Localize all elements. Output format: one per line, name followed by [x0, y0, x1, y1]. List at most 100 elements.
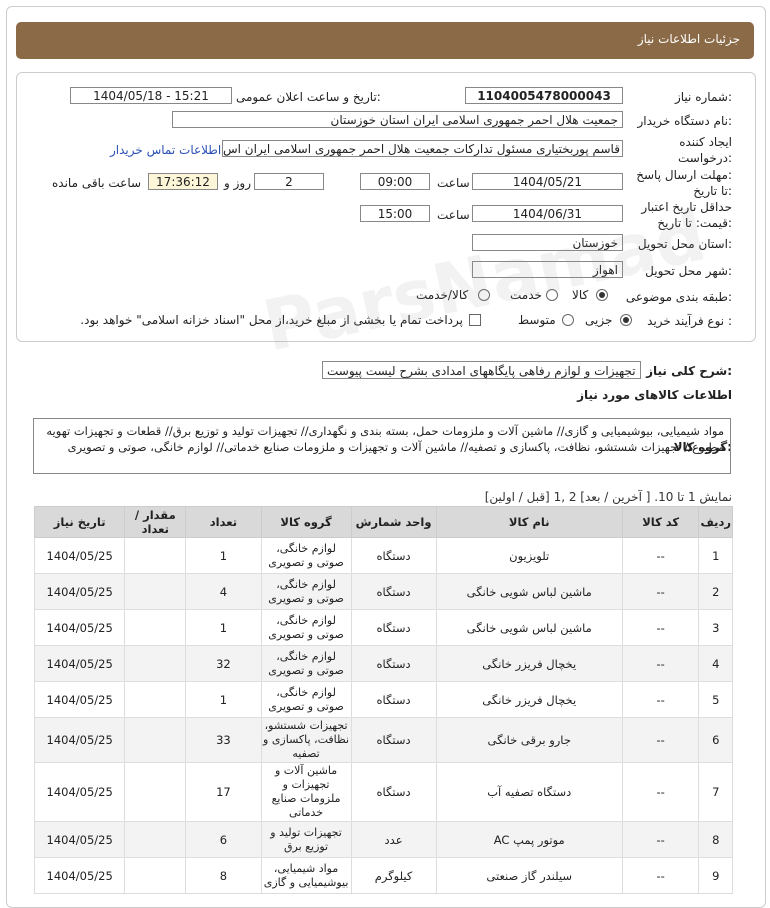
- cell-date: 1404/05/25: [33, 681, 126, 718]
- page-header: جزئیات اطلاعات نیاز: [16, 22, 754, 59]
- cell-date: 1404/05/25: [33, 537, 126, 574]
- remaining-time-field: 17:36:12: [148, 173, 218, 190]
- buyer-field: جمعیت هلال احمر جمهوری اسلامی ایران استا…: [172, 111, 623, 128]
- cell-group: مواد شیمیایی، بیوشیمیایی و گازی: [260, 857, 352, 894]
- need-number-field: 1104005478000043: [465, 87, 623, 104]
- col-group: گروه کالا: [260, 506, 352, 538]
- col-row: ردیف: [698, 506, 733, 538]
- cell-name: جارو برقی خانگی: [435, 717, 623, 763]
- process-radio-minor[interactable]: [620, 314, 632, 326]
- cell-name: ماشین لباس شویی خانگی: [435, 573, 623, 610]
- cell-unit: عدد: [350, 821, 437, 858]
- goods-group-field: مواد شیمیایی، بیوشیمیایی و گازی// ماشین …: [33, 418, 731, 474]
- col-qty: تعداد: [185, 506, 262, 538]
- table-row[interactable]: 4 -- یخچال فریزر خانگی دستگاه لوازم خانگی، ص…: [33, 645, 733, 682]
- cell-unit: کیلوگرم: [350, 857, 437, 894]
- cell-amount: [124, 681, 187, 718]
- cell-row: 4: [698, 645, 733, 682]
- cell-qty: 32: [185, 645, 262, 682]
- goods-section-title: اطلاعات کالاهای مورد نیاز: [577, 388, 732, 402]
- table-row[interactable]: 6 -- جارو برقی خانگی دستگاه تجهیزات شستشو، ن…: [33, 717, 733, 763]
- cell-date: 1404/05/25: [33, 821, 126, 858]
- cell-qty: 8: [185, 857, 262, 894]
- reply-date-field: 1404/05/21: [472, 173, 623, 190]
- cell-group: لوازم خانگی، صوتی و تصویری: [260, 645, 352, 682]
- process-option-medium: متوسط: [518, 313, 556, 327]
- validity-time-label: ساعت: [437, 208, 470, 222]
- cell-unit: دستگاه: [350, 681, 437, 718]
- announce-field: 1404/05/18 - 15:21: [70, 87, 232, 104]
- reply-deadline-label: مهلت ارسال پاسخ:: [636, 168, 732, 182]
- cell-amount: [124, 821, 187, 858]
- cell-group: تجهیزات شستشو، نظافت، پاکسازی و تصفیه: [260, 717, 352, 763]
- cell-name: ماشین لباس شویی خانگی: [435, 609, 623, 646]
- cell-code: --: [621, 762, 700, 822]
- reply-deadline-label-2: تا تاریخ:: [693, 184, 732, 198]
- page-title: جزئیات اطلاعات نیاز: [637, 32, 740, 46]
- table-row[interactable]: 5 -- یخچال فریزر خانگی دستگاه لوازم خانگی، ص…: [33, 681, 733, 718]
- cell-date: 1404/05/25: [33, 573, 126, 610]
- cell-qty: 33: [185, 717, 262, 763]
- cell-group: تجهیزات تولید و توزیع برق: [260, 821, 352, 858]
- description-label: شرح کلی نیاز:: [646, 364, 732, 378]
- cell-code: --: [621, 857, 700, 894]
- cell-row: 2: [698, 573, 733, 610]
- table-row[interactable]: 7 -- دستگاه تصفیه آب دستگاه ماشین آلات و تجه…: [33, 762, 733, 822]
- reply-time-label: ساعت: [437, 176, 470, 190]
- cell-qty: 4: [185, 573, 262, 610]
- cell-row: 6: [698, 717, 733, 763]
- cell-row: 5: [698, 681, 733, 718]
- cell-amount: [124, 857, 187, 894]
- cell-row: 3: [698, 609, 733, 646]
- cell-qty: 6: [185, 821, 262, 858]
- cell-name: دستگاه تصفیه آب: [435, 762, 623, 822]
- table-row[interactable]: 9 -- سیلندر گاز صنعتی کیلوگرم مواد شیمیایی، …: [33, 857, 733, 894]
- cell-name: سیلندر گاز صنعتی: [435, 857, 623, 894]
- cell-date: 1404/05/25: [33, 609, 126, 646]
- pagination[interactable]: نمایش 1 تا 10. [ آخرین / بعد] 2 ,1 [قبل …: [485, 490, 732, 504]
- cell-name: یخچال فریزر خانگی: [435, 681, 623, 718]
- table-row[interactable]: 8 -- موتور پمپ AC عدد تجهیزات تولید و توزیع …: [33, 821, 733, 858]
- cell-code: --: [621, 609, 700, 646]
- category-label: طبقه بندی موضوعی:: [625, 290, 732, 304]
- table-row[interactable]: 1 -- تلویزیون دستگاه لوازم خانگی، صوتی و تصو…: [33, 537, 733, 574]
- cell-qty: 1: [185, 681, 262, 718]
- table-row[interactable]: 3 -- ماشین لباس شویی خانگی دستگاه لوازم خانگ…: [33, 609, 733, 646]
- cell-row: 1: [698, 537, 733, 574]
- cell-group: لوازم خانگی، صوتی و تصویری: [260, 609, 352, 646]
- col-name: نام کالا: [435, 506, 623, 538]
- cell-qty: 1: [185, 537, 262, 574]
- cell-amount: [124, 609, 187, 646]
- creator-label: ایجاد کننده: [679, 135, 732, 149]
- cell-code: --: [621, 537, 700, 574]
- cell-unit: دستگاه: [350, 609, 437, 646]
- cell-date: 1404/05/25: [33, 717, 126, 763]
- days-label: روز و: [224, 176, 251, 190]
- cell-code: --: [621, 681, 700, 718]
- cell-unit: دستگاه: [350, 645, 437, 682]
- cell-amount: [124, 645, 187, 682]
- cell-group: لوازم خانگی، صوتی و تصویری: [260, 537, 352, 574]
- table-row[interactable]: 2 -- ماشین لباس شویی خانگی دستگاه لوازم خانگ…: [33, 573, 733, 610]
- buyer-label: نام دستگاه خریدار:: [637, 114, 733, 128]
- cell-row: 9: [698, 857, 733, 894]
- cell-row: 7: [698, 762, 733, 822]
- cell-group: ماشین آلات و تجهیزات و ملزومات صنایع خدم…: [260, 762, 352, 822]
- goods-table: ردیف کد کالا نام کالا واحد شمارش گروه کا…: [33, 506, 733, 894]
- cell-code: --: [621, 573, 700, 610]
- col-amount: مقدار / تعداد: [124, 506, 187, 538]
- cell-code: --: [621, 645, 700, 682]
- creator-field: قاسم پوربختیاری مسئول تدارکات جمعیت هلال…: [222, 140, 623, 157]
- buyer-contact-link[interactable]: اطلاعات تماس خریدار: [110, 143, 221, 157]
- cell-amount: [124, 717, 187, 763]
- cell-unit: دستگاه: [350, 762, 437, 822]
- process-radio-medium[interactable]: [562, 314, 574, 326]
- col-unit: واحد شمارش: [350, 506, 437, 538]
- cell-qty: 17: [185, 762, 262, 822]
- cell-qty: 1: [185, 609, 262, 646]
- cell-date: 1404/05/25: [33, 645, 126, 682]
- cell-amount: [124, 537, 187, 574]
- col-date: تاریخ نیاز: [33, 506, 126, 538]
- cell-name: یخچال فریزر خانگی: [435, 645, 623, 682]
- cell-group: لوازم خانگی، صوتی و تصویری: [260, 681, 352, 718]
